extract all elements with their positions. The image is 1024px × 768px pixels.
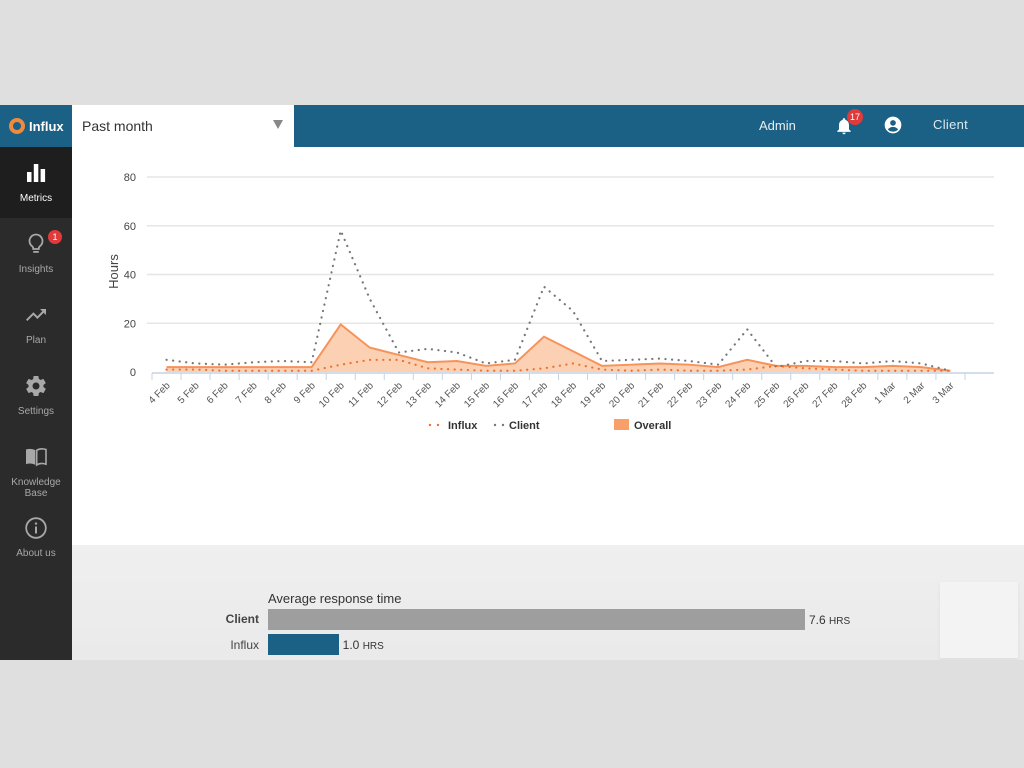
gear-icon [26, 376, 46, 397]
app-logo[interactable]: Influx [0, 105, 72, 147]
chart-legend: Influx Client Overall [428, 419, 671, 432]
response-time-title: Average response time [268, 591, 402, 606]
sidebar-item-label: Metrics [19, 193, 53, 204]
x-tick-label: 25 Feb [753, 380, 783, 410]
x-tick-label: 11 Feb [347, 380, 377, 410]
x-tick-label: 24 Feb [724, 380, 754, 410]
influx-response-number: 1.0 [342, 638, 360, 652]
influx-legend-swatch [436, 423, 440, 427]
caret-down-icon [273, 120, 283, 129]
info-icon [25, 517, 47, 539]
insights-badge: 1 [48, 230, 62, 244]
x-tick-label: 16 Feb [491, 380, 521, 410]
sidebar-item-settings[interactable]: Settings [0, 360, 72, 431]
sidebar-item-knowledge-base[interactable]: Knowledge Base [0, 431, 72, 502]
sidebar-item-metrics[interactable]: Metrics [0, 147, 72, 218]
trending-up-icon [26, 309, 46, 321]
sidebar-item-insights[interactable]: 1 Insights [0, 218, 72, 289]
x-tick-label: 21 Feb [636, 380, 666, 410]
top-bar: Influx Past month Admin 17 Client [0, 105, 1024, 147]
influx-response-value: 1.0 HRS [343, 638, 384, 652]
y-tick-label: 20 [124, 318, 136, 330]
y-axis-label: Hours [106, 254, 121, 289]
app-window: Influx Past month Admin 17 Client Metric… [0, 105, 1024, 660]
x-tick-label: 2 Mar [902, 380, 928, 406]
x-tick-label: 20 Feb [607, 380, 637, 410]
hours-chart: 0 20 40 60 80 Hours 4 Feb 5 Feb 6 Feb 7 Feb 8 Feb 9… [106, 172, 994, 432]
x-tick-label: 7 Feb [234, 380, 260, 406]
x-tick-label: 12 Feb [375, 380, 405, 410]
y-tick-label: 80 [124, 172, 136, 184]
client-response-number: 7.6 [809, 613, 826, 627]
side-card [940, 582, 1018, 658]
x-tick-label: 3 Mar [931, 380, 957, 406]
x-tick-label: 23 Feb [694, 380, 724, 410]
overall-legend-swatch [614, 419, 629, 430]
response-time-panel: Average response time Client 7.6 HRS Inf… [72, 545, 1024, 660]
influx-response-bar [268, 634, 339, 655]
x-tick-label: 17 Feb [520, 380, 550, 410]
client-response-bar [268, 609, 805, 630]
legend-label-client: Client [509, 420, 540, 432]
sidebar-item-label: Settings [17, 406, 55, 417]
hours-chart-panel: 0 20 40 60 80 Hours 4 Feb 5 Feb 6 Feb 7 Feb 8 Feb 9… [72, 147, 1024, 545]
app-name: Influx [29, 118, 64, 134]
legend-label-influx: Influx [448, 420, 478, 432]
y-tick-label: 0 [130, 367, 136, 379]
lightbulb-icon [28, 233, 44, 253]
x-tick-label: 8 Feb [263, 380, 289, 406]
sidebar-item-label: Insights [18, 264, 54, 275]
client-response-value: 7.6 HRS [809, 613, 850, 627]
influx-bar-label: Influx [230, 638, 259, 652]
book-icon [26, 448, 47, 467]
sidebar-item-label: About us [16, 548, 56, 559]
x-tick-label: 22 Feb [665, 380, 695, 410]
account-circle-icon[interactable] [883, 115, 903, 135]
x-tick-label: 28 Feb [840, 380, 870, 410]
client-legend-swatch [501, 423, 505, 427]
x-tick-label: 26 Feb [782, 380, 812, 410]
overall-area [166, 324, 951, 372]
x-tick-label: 27 Feb [811, 380, 841, 410]
sidebar-item-plan[interactable]: Plan [0, 289, 72, 360]
influx-legend-swatch [428, 423, 432, 427]
x-tick-label: 19 Feb [578, 380, 608, 410]
client-bar-label: Client [225, 612, 259, 626]
client-response-unit: HRS [829, 616, 851, 627]
x-tick-label: 5 Feb [176, 380, 202, 406]
x-tick-label: 15 Feb [462, 380, 492, 410]
y-tick-label: 60 [124, 221, 136, 233]
sidebar-item-about-us[interactable]: About us [0, 502, 72, 573]
lifebuoy-logo-icon [9, 118, 25, 134]
client-link[interactable]: Client [933, 117, 968, 132]
notification-badge: 17 [847, 109, 863, 125]
x-tick-label: 9 Feb [292, 380, 318, 406]
x-tick-label: 10 Feb [317, 380, 347, 410]
x-tick-label: 1 Mar [873, 380, 899, 406]
x-tick-label: 4 Feb [147, 380, 173, 406]
y-tick-label: 40 [124, 270, 136, 282]
bar-chart-icon [27, 164, 46, 182]
x-tick-label: 14 Feb [433, 380, 463, 410]
x-tick-label: 13 Feb [404, 380, 434, 410]
period-select-value: Past month [82, 118, 153, 134]
sidebar-item-label: Plan [25, 335, 46, 346]
x-tick-label: 18 Feb [549, 380, 579, 410]
x-tick-label: 6 Feb [205, 380, 231, 406]
legend-label-overall: Overall [634, 420, 671, 432]
influx-response-unit: HRS [362, 641, 384, 652]
admin-link[interactable]: Admin [759, 118, 796, 133]
sidebar-item-label: Knowledge Base [11, 477, 61, 499]
client-legend-swatch [493, 423, 497, 427]
sidebar: Metrics 1 Insights Plan Settings Knowled… [0, 147, 72, 660]
period-select[interactable]: Past month [72, 105, 294, 147]
